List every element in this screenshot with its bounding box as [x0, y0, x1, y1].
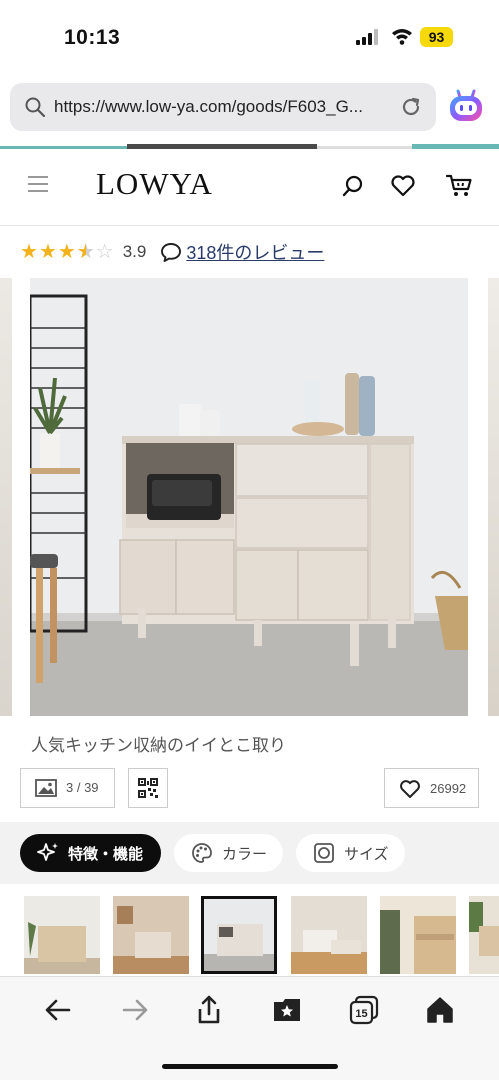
status-bar: 10:13 93 — [0, 0, 499, 76]
tab-size[interactable]: サイズ — [296, 834, 405, 872]
thumbnail-strip — [0, 896, 499, 976]
sparkle-icon — [37, 843, 58, 861]
forward-icon[interactable] — [120, 995, 150, 1025]
reload-icon[interactable] — [399, 95, 423, 119]
thumbnail[interactable] — [469, 896, 499, 974]
wifi-icon — [392, 29, 412, 45]
thumbnail[interactable] — [24, 896, 100, 974]
menu-icon[interactable] — [28, 176, 48, 192]
back-icon[interactable] — [43, 995, 73, 1025]
image-counter: 3 / 39 — [66, 780, 99, 795]
cart-icon[interactable] — [445, 172, 473, 198]
thumbnail-selected[interactable] — [201, 896, 277, 974]
qr-code-button[interactable] — [128, 768, 168, 808]
prev-image-peek[interactable] — [0, 278, 12, 716]
search-icon[interactable] — [341, 174, 365, 198]
star-full-icon: ★ — [57, 241, 76, 263]
battery-indicator: 93 — [420, 27, 453, 47]
tab-size-label: サイズ — [344, 845, 389, 863]
image-caption: 人気キッチン収納のイイとこ取り — [31, 736, 286, 755]
thumbnail[interactable] — [113, 896, 189, 974]
favorite-count: 26992 — [430, 781, 467, 796]
svg-text:15: 15 — [355, 1008, 367, 1020]
status-time: 10:13 — [64, 26, 121, 49]
favorite-icon[interactable] — [390, 174, 416, 198]
site-header: LOWYA — [0, 150, 499, 226]
search-icon — [25, 97, 46, 118]
image-gallery-button[interactable]: 3 / 39 — [20, 768, 115, 808]
product-rating: ★ ★ ★ ★ ☆ 3.9 318件のレビュー — [20, 238, 324, 266]
star-empty-icon: ☆ — [95, 241, 114, 263]
image-icon — [35, 779, 57, 797]
share-icon[interactable] — [194, 995, 224, 1025]
tab-features[interactable]: 特徴・機能 — [20, 834, 161, 872]
tab-features-label: 特徴・機能 — [68, 845, 144, 863]
heart-icon — [400, 780, 420, 798]
star-full-icon: ★ — [38, 241, 57, 263]
favorite-button[interactable]: 26992 — [384, 768, 479, 808]
home-indicator — [162, 1064, 338, 1069]
reviews-link[interactable]: 318件のレビュー — [186, 239, 324, 265]
product-image[interactable] — [30, 278, 468, 716]
rating-stars: ★ ★ ★ ★ ☆ — [20, 242, 115, 262]
palette-icon — [192, 843, 212, 863]
size-icon — [314, 843, 334, 863]
home-icon[interactable] — [425, 995, 455, 1025]
qr-code-icon — [138, 778, 158, 798]
next-image-peek[interactable] — [488, 278, 499, 716]
cellular-signal-icon — [356, 29, 378, 45]
thumbnail[interactable] — [291, 896, 367, 974]
tab-color[interactable]: カラー — [174, 834, 283, 872]
star-full-icon: ★ — [20, 241, 38, 263]
star-half-icon: ★ — [77, 242, 95, 262]
assistant-bot-icon[interactable] — [447, 88, 485, 124]
tab-color-label: カラー — [222, 845, 268, 863]
site-logo[interactable]: LOWYA — [96, 166, 213, 202]
rating-score: 3.9 — [122, 242, 147, 261]
url-text[interactable]: https://www.low-ya.com/goods/F603_G... — [54, 83, 394, 131]
address-bar[interactable]: https://www.low-ya.com/goods/F603_G... — [10, 83, 436, 131]
bookmarks-icon[interactable] — [272, 995, 302, 1025]
thumbnail[interactable] — [380, 896, 456, 974]
tabs-icon[interactable]: 15 — [349, 995, 379, 1025]
speech-bubble-icon — [161, 243, 182, 262]
